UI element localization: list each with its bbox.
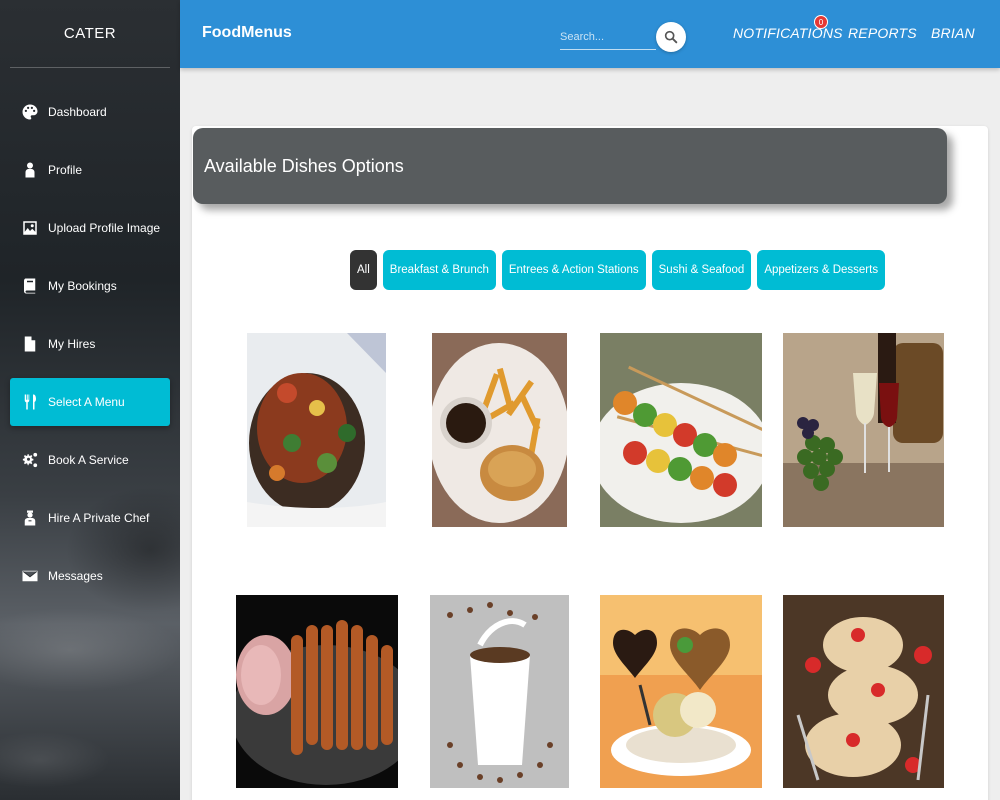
- sidebar-item-hire-a-private-chef[interactable]: Hire A Private Chef: [10, 494, 170, 542]
- cutlery-icon: [20, 392, 40, 412]
- dish-strawberry-pastry-photo[interactable]: [783, 595, 944, 788]
- sidebar-item-my-bookings[interactable]: My Bookings: [10, 262, 170, 310]
- dish-steak-fries-photo[interactable]: [432, 333, 567, 527]
- sidebar-item-label: Dashboard: [48, 105, 107, 119]
- palette-icon: [20, 102, 40, 122]
- notifications-link[interactable]: NOTIFICATIONS: [733, 25, 843, 41]
- sidebar-item-label: Upload Profile Image: [48, 221, 161, 235]
- sidebar-item-book-a-service[interactable]: Book A Service: [10, 436, 170, 484]
- sidebar-item-select-a-menu[interactable]: Select A Menu: [10, 378, 170, 426]
- chef-icon: [20, 508, 40, 528]
- filter-breakfast-brunch[interactable]: Breakfast & Brunch: [382, 250, 496, 290]
- filter-entrees-action-stations[interactable]: Entrees & Action Stations: [501, 250, 646, 290]
- brand-title[interactable]: CATER: [10, 0, 170, 68]
- search-icon: [664, 30, 678, 44]
- book-icon: [20, 276, 40, 296]
- dish-sausages-platter-photo[interactable]: [236, 595, 398, 788]
- filter-sushi-seafood[interactable]: Sushi & Seafood: [651, 250, 752, 290]
- filter-all[interactable]: All: [350, 250, 377, 290]
- sidebar-item-label: Select A Menu: [48, 395, 125, 409]
- sidebar-item-profile[interactable]: Profile: [10, 146, 170, 194]
- reports-link[interactable]: REPORTS: [848, 25, 917, 41]
- user-menu[interactable]: BRIAN: [931, 25, 975, 41]
- sidebar-item-messages[interactable]: Messages: [10, 552, 170, 600]
- sidebar-item-my-hires[interactable]: My Hires: [10, 320, 170, 368]
- dish-stuffed-pepper-photo[interactable]: [247, 333, 386, 527]
- sidebar-item-label: My Hires: [48, 337, 96, 351]
- sidebar-item-label: Messages: [48, 569, 103, 583]
- sidebar-item-label: Book A Service: [48, 453, 129, 467]
- dish-coffee-cup-photo[interactable]: [430, 595, 569, 788]
- sidebar: CATER Dashboard Profile Upload Profile I…: [0, 0, 180, 800]
- sidebar-item-label: Profile: [48, 163, 83, 177]
- page-title: Available Dishes Options: [193, 128, 947, 204]
- dish-ice-cream-dessert-photo[interactable]: [600, 595, 762, 788]
- sidebar-item-label: My Bookings: [48, 279, 117, 293]
- filter-bar: All Breakfast & Brunch Entrees & Action …: [350, 250, 886, 290]
- search-button[interactable]: [656, 22, 686, 52]
- dish-vegetable-skewers-photo[interactable]: [600, 333, 762, 527]
- dish-grapes-wine-photo[interactable]: [783, 333, 944, 527]
- gears-icon: [20, 450, 40, 470]
- filter-appetizers-desserts[interactable]: Appetizers & Desserts: [757, 250, 886, 290]
- sidebar-item-dashboard[interactable]: Dashboard: [10, 88, 170, 136]
- sidebar-item-label: Hire A Private Chef: [48, 511, 150, 525]
- file-icon: [20, 334, 40, 354]
- envelope-icon: [20, 566, 40, 586]
- person-icon: [20, 160, 40, 180]
- search-input[interactable]: [560, 24, 656, 50]
- top-navbar: FoodMenus NOTIFICATIONS 0 REPORTS BRIAN: [180, 0, 1000, 68]
- sidebar-item-upload-profile-image[interactable]: Upload Profile Image: [10, 204, 170, 252]
- notifications-badge: 0: [814, 15, 828, 29]
- app-name[interactable]: FoodMenus: [202, 24, 292, 42]
- image-icon: [20, 218, 40, 238]
